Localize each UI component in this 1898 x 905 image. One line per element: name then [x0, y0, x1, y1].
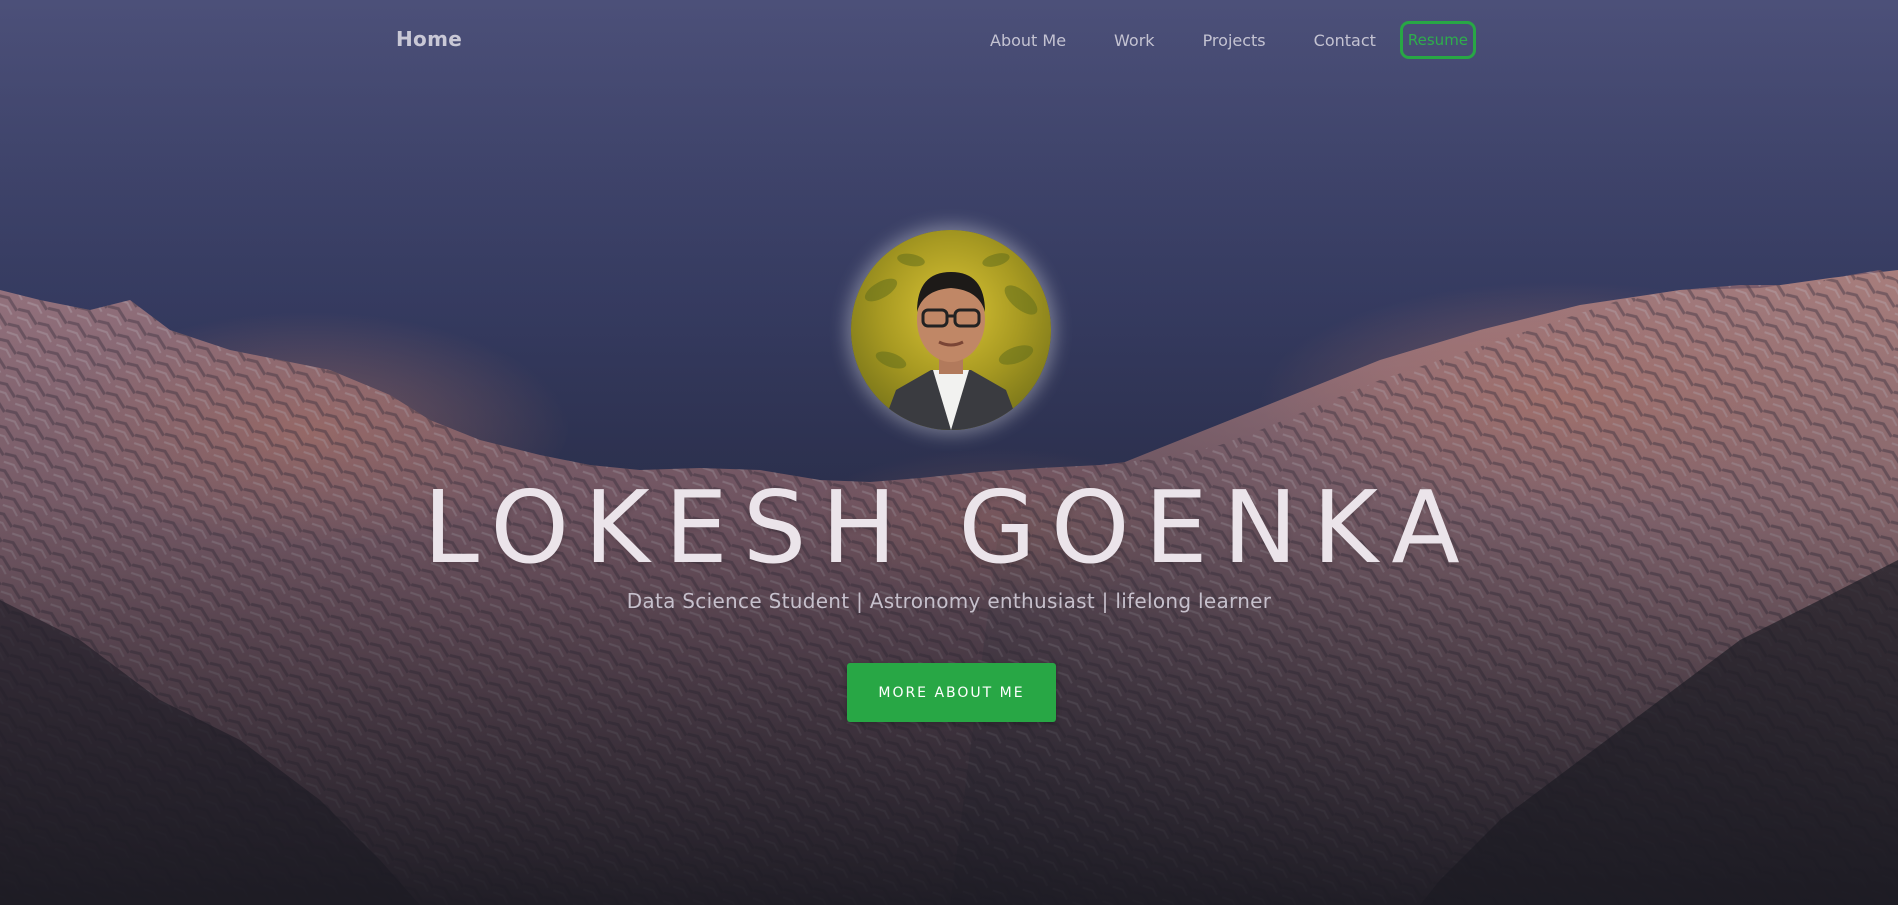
hero-tagline: Data Science Student | Astronomy enthusi… — [626, 589, 1272, 613]
hero-name: LOKESH GOENKA — [423, 469, 1475, 586]
mountain-background — [0, 0, 1898, 905]
more-about-me-button[interactable]: MORE ABOUT ME — [847, 663, 1056, 722]
nav-link-contact[interactable]: Contact — [1314, 31, 1376, 50]
nav-link-projects[interactable]: Projects — [1203, 31, 1266, 50]
nav-link-about-me[interactable]: About Me — [990, 31, 1066, 50]
nav-links: About Me Work Projects Contact Resume — [990, 21, 1477, 59]
home-link[interactable]: Home — [396, 27, 462, 51]
profile-photo — [851, 230, 1051, 430]
hero-section: Home About Me Work Projects Contact Resu… — [0, 0, 1898, 905]
nav-link-work[interactable]: Work — [1114, 31, 1155, 50]
resume-button[interactable]: Resume — [1399, 21, 1477, 59]
navbar: Home About Me Work Projects Contact Resu… — [0, 0, 1898, 82]
